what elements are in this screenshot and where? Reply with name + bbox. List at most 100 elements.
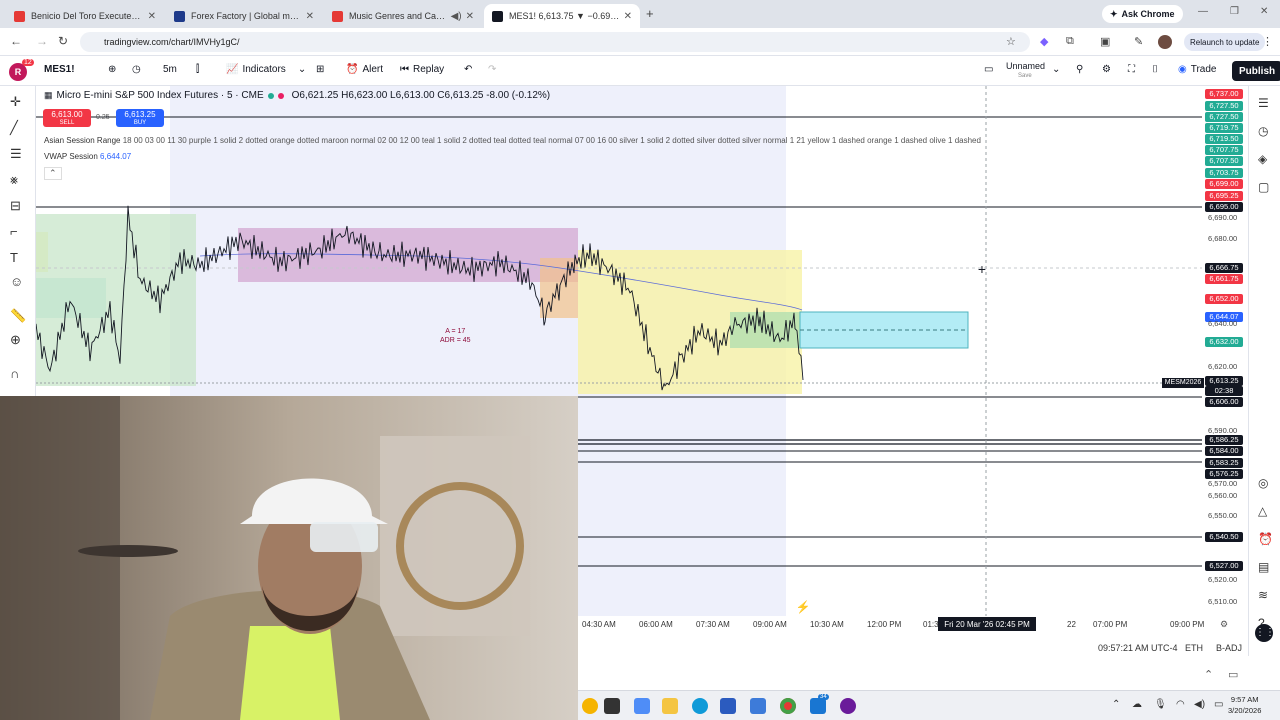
alerts-clock-icon[interactable]: ◷ (1258, 124, 1268, 138)
signal-icon[interactable]: ≋ (1258, 588, 1268, 602)
indicator-params: 18 00 03 00 11 30 purple 1 solid 2 dotte… (122, 136, 981, 145)
vwap-label: VWAP Session (44, 152, 98, 161)
symbol-title[interactable]: Micro E-mini S&P 500 Index Futures · 5 ·… (57, 90, 264, 101)
fib-tool-icon[interactable]: ☰ (10, 146, 22, 162)
file-explorer-icon[interactable] (662, 698, 678, 714)
time-tick: 22 (1067, 620, 1076, 629)
chart-status-bar: 09:57:21 AM UTC-4 ETH B-ADJ (578, 640, 1248, 660)
wifi-icon[interactable]: ◠ (1176, 699, 1185, 710)
time-tick: 01:3 (923, 620, 939, 629)
vwap-value: 6,644.07 (100, 152, 132, 161)
sell-button[interactable]: 6,613.00 SELL (43, 109, 91, 127)
drawing-toolbar: ✛ ╱ ☰ ⨳ ⊟ ⌐ T ☺ 📏 ⊕ ∩ (0, 86, 36, 396)
crosshair-tool-icon[interactable]: ✛ (10, 94, 21, 110)
mail-icon[interactable] (750, 698, 766, 714)
collapse-legend-icon[interactable]: ⌃ (44, 167, 62, 180)
right-sidebar: ☰ ◷ ◈ ▢ ◎ △ ⏰ ▤ ≋ ? ⋮⋮ (1248, 86, 1280, 656)
price-label: 02:38 (1205, 386, 1243, 396)
session-toggle[interactable]: ETH (1185, 643, 1203, 653)
mic-icon[interactable]: 🎙 (1154, 699, 1167, 710)
clock-date: 3/20/2026 (1228, 706, 1262, 715)
panel-icon[interactable]: ▭ (1228, 668, 1238, 681)
trendline-tool-icon[interactable]: ╱ (10, 120, 18, 136)
session-box-green (36, 214, 196, 386)
price-tick: 6,680.00 (1208, 234, 1238, 243)
zoom-tool-icon[interactable]: ⊕ (10, 332, 21, 348)
chrome-icon[interactable] (780, 698, 796, 714)
price-label: 6,695.00 (1205, 202, 1243, 212)
teams-icon[interactable] (810, 698, 826, 714)
status-time: 09:57:21 AM UTC-4 (1098, 643, 1178, 653)
alarm-icon[interactable]: ⏰ (1258, 532, 1273, 546)
chevron-up-icon[interactable]: ⌃ (1112, 699, 1120, 710)
asian-session-indicator[interactable]: Asian Session Range 18 00 03 00 11 30 pu… (44, 136, 981, 145)
flag-icon: ▦ (44, 90, 53, 100)
price-tick: 6,550.00 (1208, 511, 1238, 520)
windows-taskbar: 34 ⌃ ☁ 🎙 ◠ ◀) ▭ 9:57 AM 3/20/2026 (578, 690, 1280, 720)
app-icon[interactable] (840, 698, 856, 714)
system-clock[interactable]: 9:57 AM 3/20/2026 (1228, 694, 1261, 716)
price-tick: 6,520.00 (1208, 575, 1238, 584)
brush-tool-icon[interactable]: ⌐ (10, 224, 18, 239)
triangle-icon[interactable]: △ (1258, 504, 1267, 518)
price-label: 6,632.00 (1205, 337, 1243, 347)
price-label: 6,583.25 (1205, 458, 1243, 468)
price-label: 6,652.00 (1205, 294, 1243, 304)
adjustment-toggle[interactable]: B-ADJ (1216, 643, 1242, 653)
battery-icon[interactable]: ▭ (1214, 699, 1223, 710)
projection-tool-icon[interactable]: ⊟ (10, 198, 21, 214)
price-tick: 6,560.00 (1208, 491, 1238, 500)
price-label: 6,727.50 (1205, 101, 1243, 111)
ruler-tool-icon[interactable]: 📏 (10, 308, 26, 324)
time-tick: 09:00 PM (1170, 620, 1205, 629)
price-label: 6,666.75 (1205, 263, 1243, 273)
terminal-icon[interactable] (604, 698, 620, 714)
buy-label: BUY (133, 120, 147, 126)
market-open-dot (267, 92, 274, 99)
taskbar-badge: 34 (818, 694, 829, 700)
time-tick: 06:00 AM (639, 620, 673, 629)
price-label: 6,584.00 (1205, 446, 1243, 456)
vwap-indicator[interactable]: VWAP Session 6,644.07 (44, 152, 131, 161)
price-label: 6,661.75 (1205, 274, 1243, 284)
chevron-up-icon[interactable]: ⌃ (1204, 668, 1213, 681)
chat-icon[interactable]: ▢ (1258, 180, 1269, 194)
copilot-icon[interactable] (634, 698, 650, 714)
apps-grid-icon[interactable]: ⋮⋮ (1255, 624, 1275, 642)
indicator-name: Asian Session Range (44, 136, 121, 145)
crosshair-cursor: + (978, 261, 986, 277)
edge-icon[interactable] (692, 698, 708, 714)
price-tick: 6,690.00 (1208, 213, 1238, 222)
price-label: 6,613.25 (1205, 376, 1243, 386)
price-tick: 6,590.00 (1208, 426, 1238, 435)
watchlist-icon[interactable]: ☰ (1258, 96, 1269, 110)
buy-button[interactable]: 6,613.25 BUY (116, 109, 164, 127)
clock-time: 9:57 AM (1230, 695, 1259, 704)
text-tool-icon[interactable]: T (10, 250, 18, 265)
price-label: 6,737.00 (1205, 89, 1243, 99)
price-label: 6,695.25 (1205, 191, 1243, 201)
pattern-tool-icon[interactable]: ⨳ (10, 172, 18, 188)
magnet-tool-icon[interactable]: ∩ (10, 366, 19, 381)
cloud-icon[interactable]: ☁ (1132, 699, 1142, 710)
store-icon[interactable] (720, 698, 736, 714)
calendar-icon[interactable]: ▤ (1258, 560, 1269, 574)
price-tick: 6,570.00 (1208, 479, 1238, 488)
layers-icon[interactable]: ◈ (1258, 152, 1267, 166)
volume-icon[interactable]: ◀) (1194, 699, 1205, 710)
spread-value: 0.25 (96, 114, 110, 121)
settings-gear-icon[interactable]: ⚙ (1220, 619, 1228, 630)
price-label: 6,703.75 (1205, 168, 1243, 178)
adr-line1: A = 17 (445, 328, 466, 335)
lightning-icon: ⚡ (796, 600, 811, 614)
price-label: 6,719.50 (1205, 134, 1243, 144)
app-icon[interactable] (582, 698, 598, 714)
price-tick: 6,640.00 (1208, 319, 1238, 328)
emoji-tool-icon[interactable]: ☺ (10, 274, 23, 289)
price-label: 6,719.75 (1205, 123, 1243, 133)
target-icon[interactable]: ◎ (1258, 476, 1268, 490)
time-tick: 04:30 AM (582, 620, 616, 629)
data-status-dot (277, 92, 284, 99)
buy-price: 6,613.25 (124, 110, 156, 119)
price-label: 6,606.00 (1205, 397, 1243, 407)
